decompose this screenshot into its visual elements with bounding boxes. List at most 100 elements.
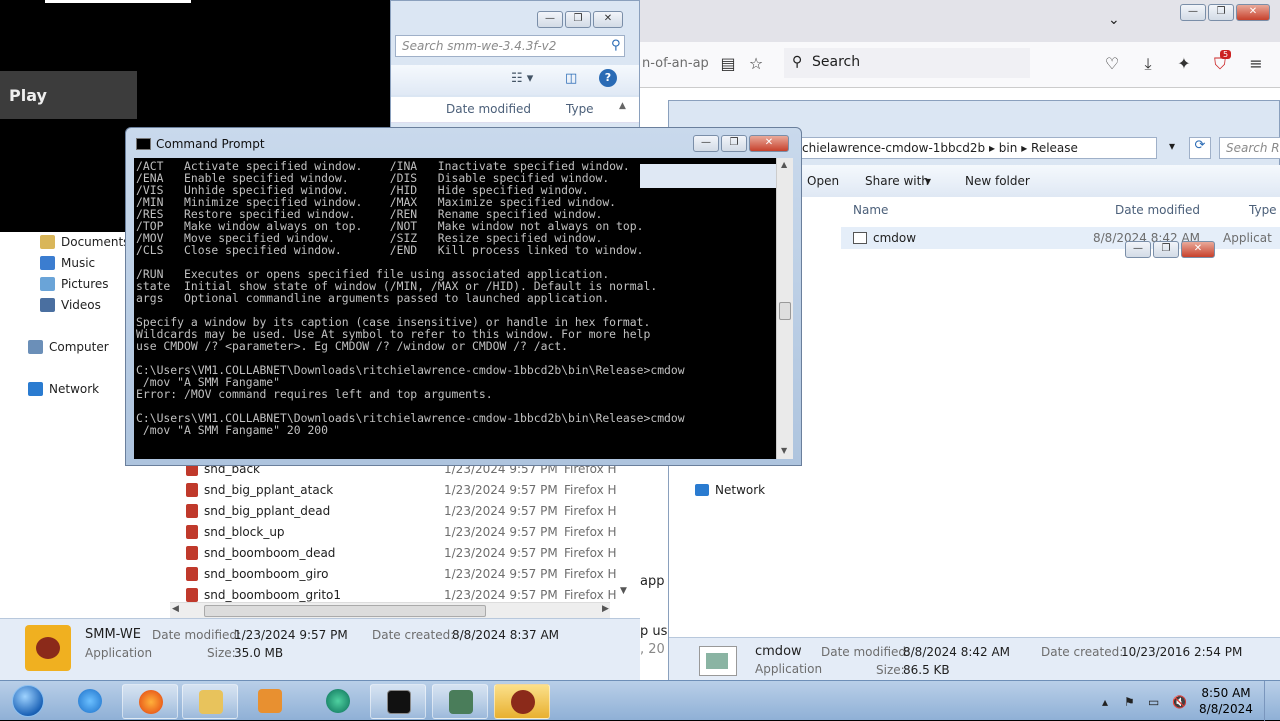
nav-item-network[interactable]: Network bbox=[28, 382, 99, 396]
html-file-icon bbox=[186, 587, 198, 602]
start-button[interactable] bbox=[4, 681, 48, 721]
smm-horizontal-scrollbar[interactable]: ◀ ▶ bbox=[170, 602, 610, 618]
file-row[interactable]: snd_big_pplant_atack 1/23/2024 9:57 PM F… bbox=[186, 479, 626, 500]
app-preview-icon bbox=[706, 653, 728, 669]
nav-item-computer[interactable]: Computer bbox=[28, 340, 109, 354]
ghost-window-controls: — ❐ ✕ bbox=[1125, 241, 1215, 258]
nav-item-videos[interactable]: Videos bbox=[40, 298, 101, 312]
breadcrumb-segment[interactable]: bin bbox=[999, 141, 1018, 155]
address-bar[interactable]: chielawrence-cmdow-1bbcd2b ▸ bin ▸ Relea… bbox=[797, 137, 1157, 159]
network-icon bbox=[695, 484, 709, 496]
cmdow-search-input[interactable]: Search Re bbox=[1219, 137, 1280, 159]
col-type-header[interactable]: Type bbox=[566, 102, 594, 116]
taskbar-media-player[interactable] bbox=[242, 684, 298, 719]
url-bar[interactable]: n-of-an-ap bbox=[640, 52, 720, 78]
firefox-minimize-button[interactable]: — bbox=[1180, 4, 1206, 21]
file-row[interactable]: snd_boomboom_giro 1/23/2024 9:57 PM Fire… bbox=[186, 563, 626, 584]
firefox-close-button[interactable]: ✕ bbox=[1236, 4, 1270, 21]
col-date-header[interactable]: Date modified bbox=[1115, 203, 1200, 217]
view-options-icon[interactable]: ☷ ▾ bbox=[511, 71, 533, 86]
file-row[interactable]: snd_block_up 1/23/2024 9:57 PM Firefox H bbox=[186, 521, 626, 542]
scroll-up-arrow-icon[interactable]: ▲ bbox=[781, 160, 787, 169]
col-name-header[interactable]: Name bbox=[853, 203, 888, 217]
scroll-left-arrow-icon[interactable]: ◀ bbox=[172, 604, 179, 614]
console-vertical-scrollbar[interactable]: ▲ ▼ bbox=[776, 158, 793, 459]
details-date-modified: 8/8/2024 8:42 AM bbox=[903, 645, 1011, 659]
details-name: SMM-WE bbox=[85, 627, 141, 642]
file-row[interactable]: snd_big_pplant_dead 1/23/2024 9:57 PM Fi… bbox=[186, 500, 626, 521]
details-size: 86.5 KB bbox=[903, 663, 950, 677]
reader-view-icon[interactable]: ▤ bbox=[718, 54, 738, 73]
refresh-icon[interactable]: ⟳ bbox=[1189, 137, 1211, 159]
taskbar-chrome-app[interactable] bbox=[310, 684, 366, 719]
details-date-modified: 1/23/2024 9:57 PM bbox=[234, 628, 348, 642]
file-row[interactable]: snd_boomboom_dead 1/23/2024 9:57 PM Fire… bbox=[186, 542, 626, 563]
nav-item-label: Pictures bbox=[61, 277, 109, 291]
file-date: 1/23/2024 9:57 PM bbox=[444, 503, 558, 518]
taskbar-cmd-explorer[interactable] bbox=[432, 684, 488, 719]
taskbar-file-explorer[interactable] bbox=[182, 684, 238, 719]
details-size-label: Size: bbox=[876, 663, 905, 677]
nav-item-pictures[interactable]: Pictures bbox=[40, 277, 109, 291]
minimize-button[interactable]: — bbox=[693, 135, 719, 152]
nav-network[interactable]: Network bbox=[695, 483, 765, 497]
col-date-header[interactable]: Date modified bbox=[446, 102, 531, 116]
scroll-up-arrow-icon[interactable]: ▲ bbox=[619, 101, 626, 111]
flag-icon[interactable]: ⚑ bbox=[1124, 695, 1135, 709]
close-button[interactable]: ✕ bbox=[749, 135, 789, 152]
taskbar-clock[interactable]: 8:50 AM 8/8/2024 bbox=[1196, 685, 1256, 717]
menu-icon[interactable]: ≡ bbox=[1246, 54, 1266, 73]
scrollbar-thumb[interactable] bbox=[779, 302, 791, 320]
taskbar-command-prompt[interactable] bbox=[370, 684, 426, 719]
scroll-down-arrow-icon[interactable]: ▼ bbox=[620, 586, 627, 596]
firefox-tab-strip: ⌄ — ❐ ✕ bbox=[640, 0, 1280, 42]
volume-muted-icon[interactable]: 🔇 bbox=[1172, 695, 1187, 709]
extensions-icon[interactable]: ✦ bbox=[1174, 54, 1194, 73]
command-prompt-icon bbox=[387, 690, 411, 714]
address-dropdown-icon[interactable]: ▾ bbox=[1169, 139, 1175, 153]
new-folder-button[interactable]: New folder bbox=[965, 174, 1030, 188]
bookmark-star-icon[interactable]: ☆ bbox=[746, 54, 766, 73]
nav-item-music[interactable]: Music bbox=[40, 256, 95, 270]
file-name: snd_block_up bbox=[204, 524, 285, 539]
smm-close-button[interactable]: ✕ bbox=[593, 11, 623, 28]
firefox-search-box[interactable]: ⚲ Search bbox=[784, 48, 1030, 78]
smm-restore-button[interactable]: ❐ bbox=[565, 11, 591, 28]
smm-search-input[interactable]: Search smm-we-3.4.3f-v2 bbox=[395, 35, 625, 57]
tab-list-chevron-icon[interactable]: ⌄ bbox=[1108, 12, 1120, 28]
console-output[interactable]: /ACT Activate specified window. /INA Ina… bbox=[134, 158, 776, 459]
downloads-icon[interactable]: ⤓ bbox=[1138, 54, 1158, 74]
pictures-icon bbox=[40, 277, 55, 291]
breadcrumb-segment[interactable]: chielawrence-cmdow-1bbcd2b bbox=[802, 141, 985, 155]
col-type-header[interactable]: Type bbox=[1249, 203, 1277, 217]
smm-minimize-button[interactable]: — bbox=[537, 11, 563, 28]
firefox-search-label: Search bbox=[812, 54, 861, 70]
maximize-button[interactable]: ❐ bbox=[721, 135, 747, 152]
scroll-right-arrow-icon[interactable]: ▶ bbox=[602, 604, 609, 614]
smm-app-icon bbox=[25, 625, 71, 671]
play-button[interactable]: Play bbox=[0, 71, 137, 119]
share-with-button[interactable]: Share with bbox=[865, 174, 929, 188]
open-button[interactable]: Open bbox=[807, 174, 839, 188]
pocket-icon[interactable]: ♡ bbox=[1102, 54, 1122, 73]
taskbar-smm-we[interactable] bbox=[494, 684, 550, 719]
taskbar-firefox[interactable] bbox=[122, 684, 178, 719]
scroll-down-arrow-icon[interactable]: ▼ bbox=[781, 446, 787, 455]
breadcrumb-separator-icon: ▸ bbox=[1021, 141, 1032, 155]
breadcrumb-separator-icon: ▸ bbox=[988, 141, 999, 155]
search-icon[interactable]: ⚲ bbox=[611, 38, 621, 53]
breadcrumb-segment[interactable]: Release bbox=[1031, 141, 1078, 155]
show-hidden-icons[interactable]: ▴ bbox=[1102, 695, 1108, 709]
network-tray-icon[interactable]: ▭ bbox=[1148, 695, 1159, 709]
help-icon[interactable]: ? bbox=[599, 69, 617, 87]
cmdow-file-list: Name Date modified Type cmdow 8/8/2024 8… bbox=[837, 197, 1280, 637]
show-desktop-button[interactable] bbox=[1264, 681, 1280, 721]
html-file-icon bbox=[186, 545, 198, 560]
firefox-restore-button[interactable]: ❐ bbox=[1208, 4, 1234, 21]
taskbar-internet-explorer[interactable] bbox=[62, 684, 118, 719]
preview-pane-icon[interactable]: ◫ bbox=[565, 71, 577, 86]
scrollbar-thumb[interactable] bbox=[204, 605, 486, 617]
file-date: 1/23/2024 9:57 PM bbox=[444, 587, 558, 602]
nav-item-documents[interactable]: Documents bbox=[40, 235, 129, 249]
ghost-restore-button: ❐ bbox=[1153, 241, 1179, 258]
